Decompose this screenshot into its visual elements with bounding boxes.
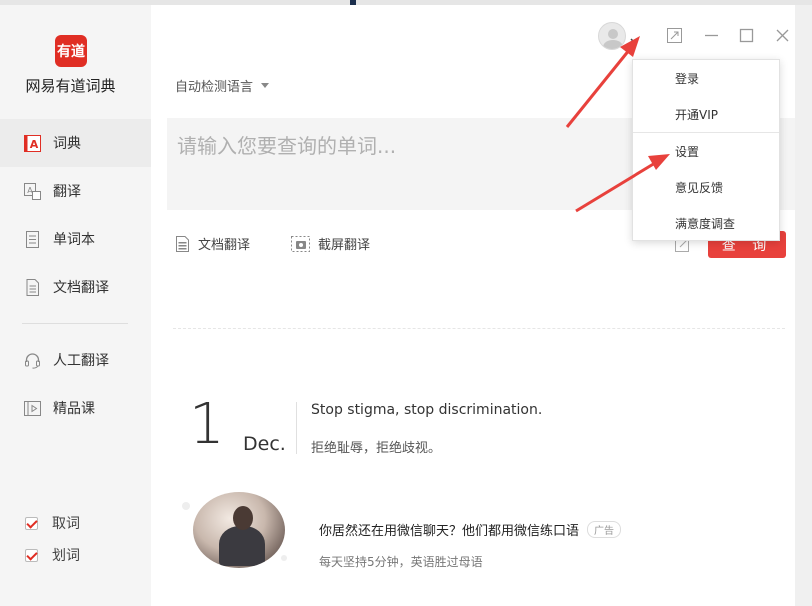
user-menu: 登录 开通VIP 设置 意见反馈 满意度调查	[632, 59, 780, 241]
close-icon[interactable]	[772, 25, 792, 45]
headset-icon	[24, 352, 41, 369]
ad-title[interactable]: 你居然还在用微信聊天？他们都用微信练口语 广告	[319, 520, 622, 539]
ad-image-figure	[219, 526, 265, 566]
content-divider	[173, 328, 785, 329]
option-capture-word[interactable]: 取词	[25, 513, 80, 533]
chevron-down-icon	[261, 83, 270, 88]
sidebar: 有道 网易有道词典 A 词典 A 翻译 单词本 文档翻译 人工翻译 精品课 取词…	[0, 5, 151, 606]
sidebar-item-doc-translate[interactable]: 文档翻译	[0, 263, 151, 311]
avatar-head	[608, 29, 618, 39]
window-edge	[795, 5, 812, 606]
menu-item-survey[interactable]: 满意度调查	[633, 205, 779, 241]
sidebar-item-human-translate[interactable]: 人工翻译	[0, 336, 151, 384]
sidebar-item-wordbook[interactable]: 单词本	[0, 215, 151, 263]
daily-month: Dec.	[243, 433, 286, 455]
ad-subtitle: 每天坚持5分钟，英语胜过母语	[319, 555, 483, 569]
screenshot-translate-label: 截屏翻译	[318, 238, 371, 253]
decor-dot	[281, 555, 287, 561]
ad-image-figure-head	[233, 506, 253, 530]
compact-mode-icon[interactable]	[664, 25, 684, 45]
ad-title-text: 你居然还在用微信聊天？他们都用微信练口语	[319, 524, 580, 539]
sidebar-item-label: 词典	[53, 136, 81, 152]
daily-divider	[296, 402, 297, 454]
capture-word-checkbox[interactable]	[25, 516, 38, 530]
sidebar-item-label: 翻译	[53, 184, 81, 200]
maximize-icon[interactable]	[736, 25, 756, 45]
document-icon	[24, 278, 41, 296]
wordbook-icon	[24, 230, 41, 248]
sidebar-item-label: 精品课	[53, 401, 95, 417]
decor-dot	[182, 502, 190, 510]
daily-quote-cn: 拒绝耻辱，拒绝歧视。	[311, 441, 442, 456]
ad-badge: 广告	[587, 521, 622, 538]
app-logo: 有道	[55, 35, 87, 67]
dict-a-icon: A	[24, 134, 41, 152]
menu-item-vip[interactable]: 开通VIP	[633, 96, 779, 132]
menu-item-login[interactable]: 登录	[633, 60, 779, 96]
daily-day: 1	[189, 392, 225, 457]
language-select[interactable]: 自动检测语言	[175, 76, 270, 95]
doc-translate-button[interactable]: 文档翻译	[175, 234, 250, 253]
sidebar-item-translate[interactable]: A 翻译	[0, 167, 151, 215]
screenshot-translate-button[interactable]: 截屏翻译	[291, 234, 370, 253]
svg-text:A: A	[30, 138, 39, 151]
sidebar-divider	[22, 323, 128, 324]
app-name: 网易有道词典	[25, 77, 116, 95]
avatar-body	[603, 40, 623, 49]
minimize-icon[interactable]	[701, 25, 721, 45]
language-select-value: 自动检测语言	[175, 80, 254, 95]
sidebar-item-label: 单词本	[53, 232, 95, 248]
avatar[interactable]	[598, 22, 626, 50]
sidebar-item-dictionary[interactable]: A 词典	[0, 119, 151, 167]
camera-icon	[291, 235, 310, 252]
select-word-checkbox[interactable]	[25, 548, 38, 562]
sidebar-item-courses[interactable]: 精品课	[0, 384, 151, 432]
sidebar-item-label: 文档翻译	[53, 280, 109, 296]
option-label: 划词	[52, 548, 80, 564]
option-label: 取词	[52, 516, 80, 532]
ad-image[interactable]	[193, 492, 285, 568]
daily-quote-en[interactable]: Stop stigma, stop discrimination.	[311, 402, 542, 418]
document-icon	[175, 235, 190, 252]
sidebar-item-label: 人工翻译	[53, 353, 109, 369]
option-select-word[interactable]: 划词	[25, 545, 80, 565]
doc-translate-label: 文档翻译	[198, 238, 251, 253]
menu-item-feedback[interactable]: 意见反馈	[633, 169, 779, 205]
menu-item-settings[interactable]: 设置	[633, 133, 779, 169]
translate-icon: A	[24, 182, 41, 200]
course-play-icon	[24, 400, 41, 417]
chevron-down-icon[interactable]	[630, 29, 639, 48]
